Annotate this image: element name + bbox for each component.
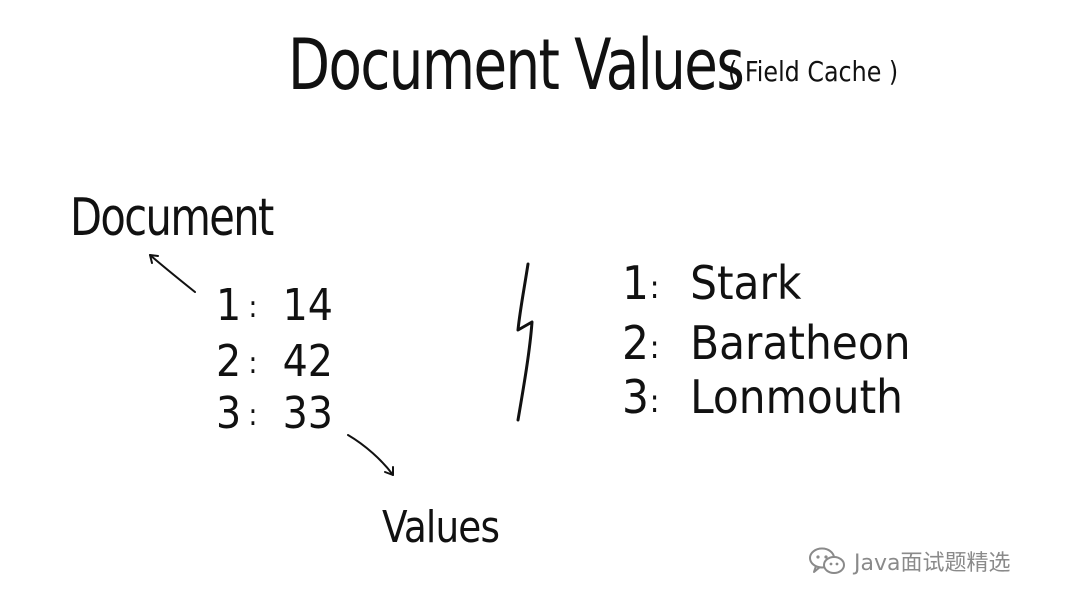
separator: : xyxy=(649,267,660,306)
separator: : xyxy=(649,381,660,420)
watermark: Java面试题精选 xyxy=(808,545,1010,577)
string-row: 2: Baratheon xyxy=(622,320,911,366)
values-arrowhead xyxy=(384,466,394,476)
string-row: 3: Lonmouth xyxy=(622,374,903,420)
separator: : xyxy=(248,346,258,381)
diagram-canvas: Document Values ( Field Cache ) Document… xyxy=(0,0,1080,607)
doc-id: 1 xyxy=(216,280,242,331)
separator: : xyxy=(248,290,258,325)
numeric-value: 33 xyxy=(282,388,333,439)
numeric-row: 3:33 xyxy=(216,392,333,436)
document-arrow xyxy=(149,254,196,293)
doc-id: 1 xyxy=(622,256,649,310)
doc-id: 2 xyxy=(216,336,242,387)
diagram-title: Document Values xyxy=(288,24,745,106)
watermark-text: Java面试题精选 xyxy=(854,551,1011,576)
wechat-icon xyxy=(809,547,845,574)
doc-id: 2 xyxy=(622,316,649,370)
string-value: Baratheon xyxy=(690,316,911,370)
numeric-value: 14 xyxy=(282,280,333,331)
numeric-row: 2:42 xyxy=(216,340,333,384)
numeric-row: 1:14 xyxy=(216,284,333,328)
string-row: 1: Stark xyxy=(622,260,801,306)
doc-id: 3 xyxy=(622,370,649,424)
document-label: Document xyxy=(70,188,274,248)
lightning-divider xyxy=(516,262,534,422)
values-label: Values xyxy=(382,502,500,553)
doc-id: 3 xyxy=(216,388,242,439)
document-arrowhead xyxy=(149,254,159,264)
values-arrow xyxy=(347,434,394,476)
numeric-value: 42 xyxy=(282,336,333,387)
separator: : xyxy=(649,327,660,366)
separator: : xyxy=(248,398,258,433)
string-value: Stark xyxy=(690,256,802,310)
string-value: Lonmouth xyxy=(690,370,903,424)
diagram-subtitle: ( Field Cache ) xyxy=(728,55,899,88)
